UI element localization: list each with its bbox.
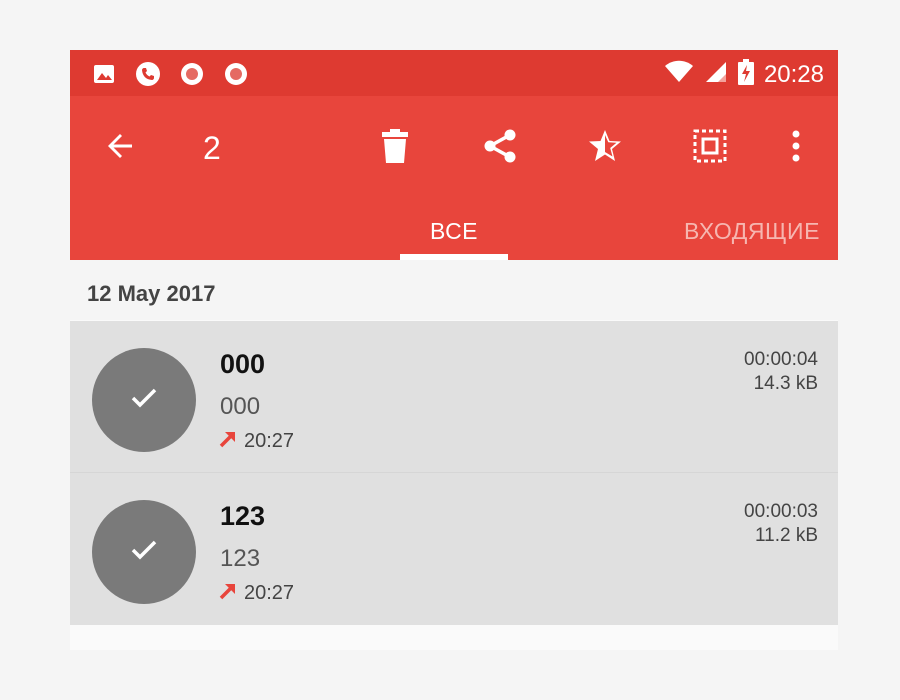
tab-incoming[interactable]: ВХОДЯЩИЕ [684, 218, 820, 245]
recording-row[interactable]: 000 000 20:27 00:00:04 14.3 kB [70, 321, 838, 473]
share-button[interactable] [480, 128, 520, 168]
status-time: 20:28 [763, 60, 824, 88]
recording-number: 123 [220, 545, 261, 572]
delete-icon [381, 128, 409, 168]
image-icon [92, 62, 116, 86]
more-vert-icon [791, 130, 801, 167]
battery-charging-icon [737, 59, 754, 90]
phone-icon [136, 62, 160, 86]
outgoing-call-icon [218, 429, 238, 454]
selected-count: 2 [203, 130, 221, 166]
wifi-icon [664, 60, 694, 89]
date-section-header: 12 May 2017 [70, 260, 838, 320]
record-icon [180, 62, 204, 86]
record-icon [224, 62, 248, 86]
date-label: 12 May 2017 [87, 281, 216, 306]
more-options-button[interactable] [776, 128, 816, 168]
recording-size: 14.3 kB [753, 373, 818, 394]
recording-time: 20:27 [244, 582, 295, 604]
tab-bar: ВСЕ ВХОДЯЩИЕ [70, 208, 838, 260]
recording-number: 000 [220, 393, 261, 420]
check-icon [131, 539, 157, 566]
favorite-button[interactable] [585, 128, 625, 168]
recording-title: 000 [220, 349, 266, 379]
recording-duration: 00:00:04 [744, 349, 818, 370]
phone-screen: 20:28 2 ВСЕ ВХОДЯЩИЕ 12 May 2017 000 000… [70, 50, 838, 650]
outgoing-call-icon [218, 581, 238, 606]
tab-all[interactable]: ВСЕ [430, 218, 478, 245]
signal-icon [704, 60, 728, 89]
delete-button[interactable] [375, 128, 415, 168]
recording-size: 11.2 kB [754, 525, 818, 546]
status-bar: 20:28 [70, 50, 838, 96]
arrow-left-icon [104, 130, 136, 167]
action-toolbar: 2 [70, 96, 838, 208]
recording-row[interactable]: 123 123 20:27 00:00:03 11.2 kB [70, 473, 838, 625]
back-button[interactable] [100, 128, 140, 168]
recording-time: 20:27 [244, 430, 295, 452]
select-all-icon [693, 129, 727, 168]
recording-duration: 00:00:03 [744, 501, 818, 522]
check-icon [131, 387, 157, 414]
avatar-selected[interactable] [92, 500, 196, 604]
share-icon [482, 128, 518, 169]
avatar-selected[interactable] [92, 348, 196, 452]
star-icon [587, 128, 623, 169]
app-bar: 20:28 2 ВСЕ ВХОДЯЩИЕ [70, 50, 838, 260]
recording-title: 123 [220, 501, 266, 531]
select-all-button[interactable] [690, 128, 730, 168]
